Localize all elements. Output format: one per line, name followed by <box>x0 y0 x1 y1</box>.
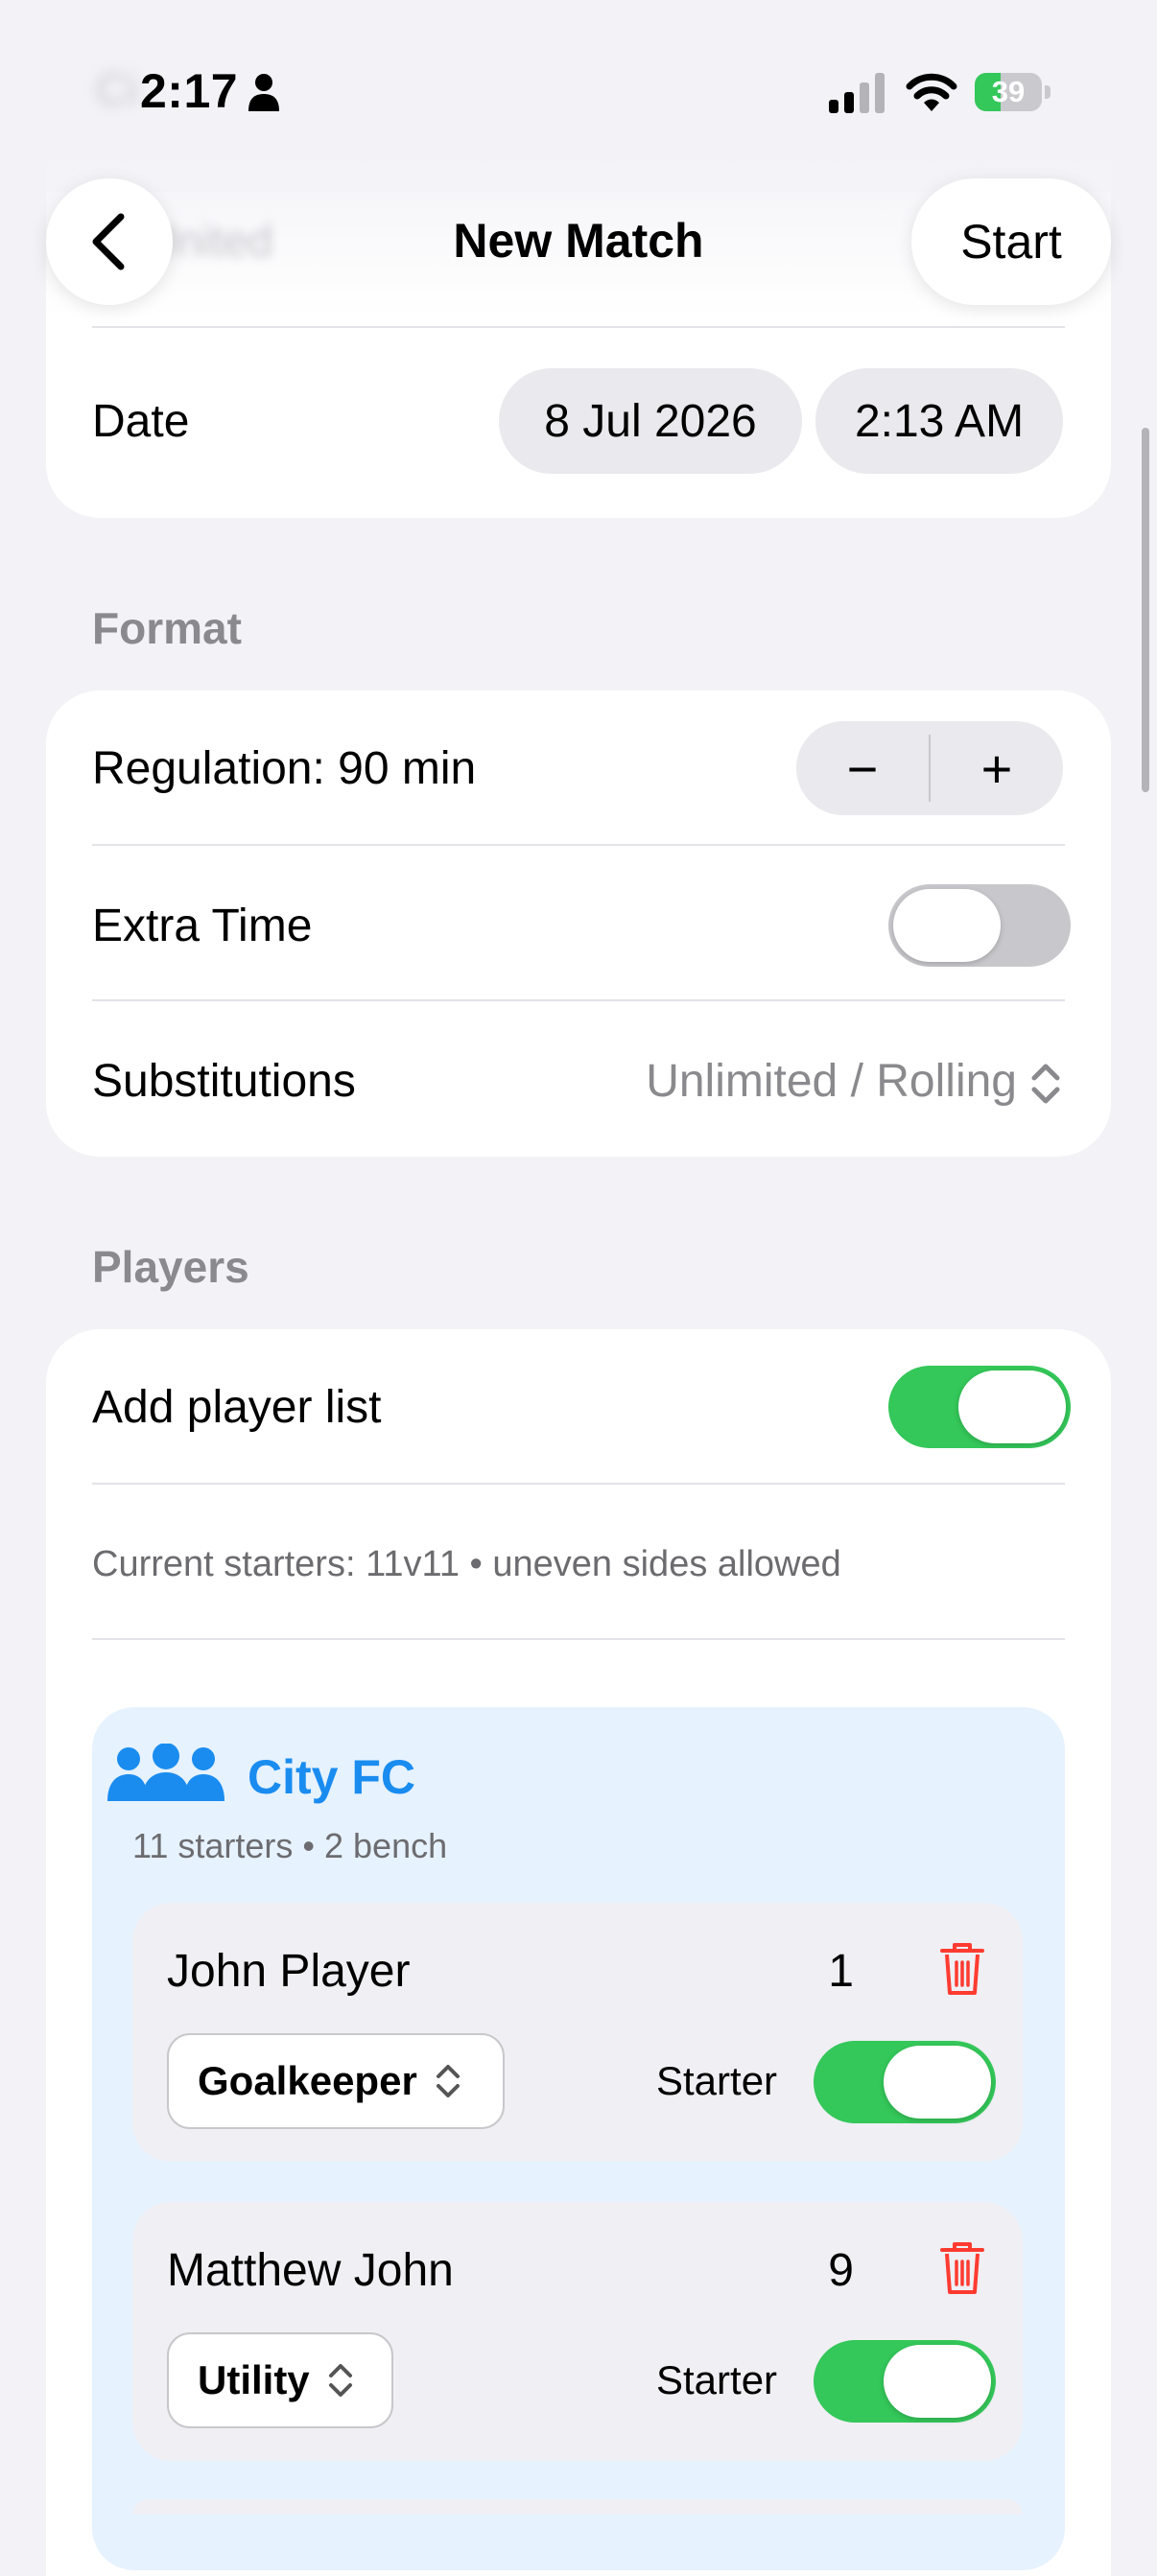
blurred-header-text: Ci <box>96 64 138 114</box>
chevron-up-down-icon <box>328 2364 352 2397</box>
scroll-indicator[interactable] <box>1142 428 1149 792</box>
status-time: 2:17 <box>140 64 239 118</box>
regulation-stepper[interactable]: − + <box>796 721 1063 815</box>
date-picker[interactable]: 8 Jul 2026 <box>499 368 802 474</box>
toggle-knob <box>884 2046 991 2119</box>
toggle-knob <box>958 1370 1066 1443</box>
toggle-knob <box>893 889 1001 962</box>
players-section-header: Players <box>92 1242 249 1292</box>
starter-label: Starter <box>656 2357 778 2402</box>
trash-icon[interactable] <box>938 1941 986 1997</box>
divider <box>92 1483 1065 1485</box>
extra-time-toggle[interactable] <box>888 884 1071 967</box>
team-name[interactable]: City FC <box>248 1749 415 1805</box>
format-section-header: Format <box>92 603 242 653</box>
battery-indicator: 39 <box>975 73 1053 111</box>
trash-icon[interactable] <box>938 2240 986 2296</box>
divider <box>92 326 1065 328</box>
starter-label: Starter <box>656 2058 778 2103</box>
player-name[interactable]: John Player <box>167 1945 410 1998</box>
person-icon <box>248 74 279 111</box>
wifi-icon <box>906 73 957 111</box>
player-card <box>132 2499 1023 2515</box>
extra-time-label: Extra Time <box>92 901 313 951</box>
divider <box>92 999 1065 1001</box>
position-select[interactable]: Utility <box>167 2332 393 2428</box>
start-button[interactable]: Start <box>911 178 1111 305</box>
player-name[interactable]: Matthew John <box>167 2244 454 2297</box>
stepper-minus-button[interactable]: − <box>796 721 929 815</box>
chevron-up-down-icon <box>436 2065 460 2097</box>
add-player-list-label: Add player list <box>92 1382 382 1433</box>
add-player-list-toggle[interactable] <box>888 1366 1071 1448</box>
regulation-label: Regulation: 90 min <box>92 743 477 794</box>
position-select-value: Goalkeeper <box>198 2058 417 2103</box>
player-number[interactable]: 9 <box>767 2244 854 2297</box>
player-number[interactable]: 1 <box>767 1945 854 1998</box>
date-label: Date <box>92 396 190 447</box>
team-summary: 11 starters • 2 bench <box>132 1826 448 1865</box>
time-picker[interactable]: 2:13 AM <box>815 368 1063 474</box>
divider <box>92 1638 1065 1640</box>
people-group-icon <box>107 1744 224 1801</box>
battery-percent: 39 <box>991 75 1026 108</box>
starters-note: Current starters: 11v11 • uneven sides a… <box>92 1544 841 1584</box>
position-select[interactable]: Goalkeeper <box>167 2033 505 2129</box>
starter-toggle[interactable] <box>814 2041 996 2123</box>
toggle-knob <box>884 2345 991 2418</box>
position-select-value: Utility <box>198 2357 310 2402</box>
starter-toggle[interactable] <box>814 2340 996 2423</box>
substitutions-value[interactable]: Unlimited / Rolling <box>624 1055 1017 1108</box>
cellular-signal-icon <box>829 73 885 113</box>
stepper-plus-button[interactable]: + <box>931 721 1063 815</box>
chevron-up-down-icon <box>1031 1064 1060 1104</box>
substitutions-label: Substitutions <box>92 1056 356 1107</box>
divider <box>92 844 1065 846</box>
